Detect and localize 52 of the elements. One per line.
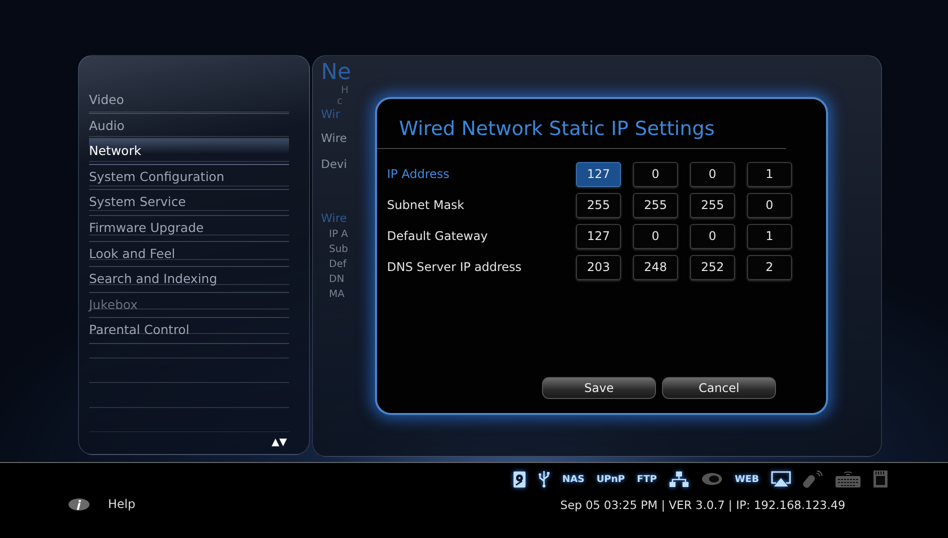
panel-text: Wire [321,211,347,225]
panel-title: Ne [321,60,351,85]
menu-item[interactable]: Firmware Upgrade [89,216,289,242]
ip-octet-field[interactable]: 0 [690,162,735,186]
panel-text: Wir [321,107,340,121]
ip-octet-field[interactable]: 0 [747,192,792,218]
service-status-label: UPnP [596,474,625,484]
ip-octet-field[interactable]: 2 [747,254,792,280]
field-label: Default Gateway [387,229,488,243]
ip-octet-field[interactable]: 1 [747,162,792,186]
field-label: DNS Server IP address [387,260,522,274]
menu-item[interactable]: Video [89,88,289,114]
menu-item[interactable]: Look and Feel [89,242,289,268]
menu-item[interactable]: System Service [89,190,289,216]
menu-item[interactable]: System Configuration [89,164,289,190]
ip-octet-field[interactable]: 1 [747,224,792,248]
ip-octet-field[interactable]: 0 [633,162,678,186]
save-button[interactable]: Save [542,377,656,399]
ip-octet-field[interactable]: 0 [690,224,735,248]
panel-text: Devi [321,157,347,171]
menu-item[interactable]: Network [89,139,289,165]
ip-octet-field[interactable]: 255 [690,192,735,218]
menu-item[interactable]: Search and Indexing [89,267,289,293]
panel-text: Def [329,259,346,270]
field-label: IP Address [387,167,450,181]
field-label: Subnet Mask [387,198,464,212]
ip-octet-field[interactable]: 203 [576,254,621,280]
panel-text: Wire [321,131,347,145]
service-status-label: WEB [734,474,759,484]
panel-description: H [341,85,349,96]
ip-octet-field[interactable]: 248 [633,254,678,280]
ip-octet-field[interactable]: 255 [576,192,621,218]
info-icon[interactable] [68,498,90,510]
panel-text: DN [329,274,344,285]
scroll-arrows[interactable]: ▲▼ [272,437,287,448]
panel-text: Sub [329,244,348,255]
panel-text: IP A [329,229,348,240]
cancel-button[interactable]: Cancel [662,377,776,399]
status-text: Sep 05 03:25 PM | VER 3.0.7 | IP: 192.168.123.49 [559,498,846,512]
menu-item[interactable]: Audio [89,114,289,140]
service-status-label: NAS [562,474,584,484]
service-status-label: FTP [636,474,657,484]
help-label[interactable]: Help [108,497,136,511]
ip-octet-field[interactable]: 252 [690,254,735,280]
dialog-title: Wired Network Static IP Settings [377,117,786,149]
ip-octet-field[interactable]: 127 [576,162,621,186]
ip-octet-field[interactable]: 255 [633,192,678,218]
panel-text: MA [329,289,344,300]
ip-octet-field[interactable]: 127 [576,224,621,248]
ip-octet-field[interactable]: 0 [633,224,678,248]
panel-description: c [337,96,342,107]
menu-item[interactable]: Parental Control [89,318,289,344]
